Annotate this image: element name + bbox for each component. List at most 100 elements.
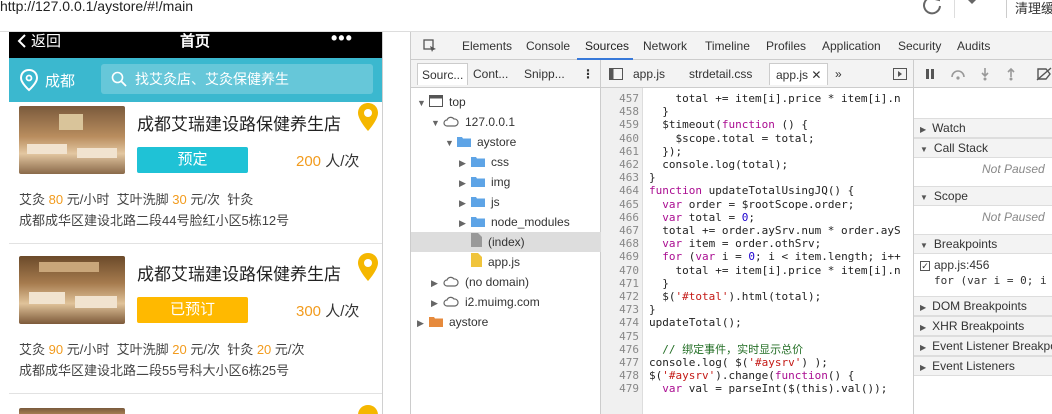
line-number[interactable]: 472 <box>601 290 639 303</box>
reload-icon[interactable] <box>921 0 943 16</box>
chevron-right-icon[interactable]: ▶ <box>417 313 427 333</box>
code-line[interactable]: $('#aysrv').change(function() { <box>649 369 911 382</box>
chevron-right-icon[interactable]: ▶ <box>459 153 469 173</box>
code-line[interactable]: var item = order.othSrv; <box>649 237 911 250</box>
line-number[interactable]: 466 <box>601 211 639 224</box>
tree-item[interactable]: ▶ aystore <box>411 312 488 332</box>
code-line[interactable]: for (var i = 0; i < item.length; i++ <box>649 250 911 263</box>
tree-item[interactable]: ▶ js <box>411 192 500 212</box>
address-bar[interactable]: http://127.0.0.1/aystore/#!/main <box>0 0 193 14</box>
section-watch[interactable]: ▶ Watch <box>914 118 1052 138</box>
code-line[interactable]: total += order.aySrv.num * order.ayS <box>649 224 911 237</box>
code-line[interactable]: function updateTotalUsingJQ() { <box>649 184 911 197</box>
pause-icon[interactable] <box>924 68 936 80</box>
line-number[interactable]: 459 <box>601 118 639 131</box>
step-over-icon[interactable] <box>950 68 966 80</box>
clear-cache-button[interactable]: 清理缓 <box>1006 0 1052 18</box>
code-line[interactable]: } <box>649 303 911 316</box>
store-card[interactable]: 成都艾瑞建设路保健养生店 已预订 300 人/次 艾灸 90 元/小时 艾叶洗脚… <box>9 252 382 394</box>
tab-elements[interactable]: Elements <box>462 39 512 53</box>
step-out-icon[interactable] <box>1006 67 1016 81</box>
tree-item[interactable]: ▼ 127.0.0.1 <box>411 112 515 132</box>
chevron-right-icon[interactable]: ▶ <box>459 213 469 233</box>
store-card[interactable] <box>9 402 382 414</box>
store-name[interactable]: 成都艾瑞建设路保健养生店 <box>137 260 341 285</box>
line-number[interactable]: 460 <box>601 132 639 145</box>
chevron-down-icon[interactable]: ▼ <box>445 133 455 153</box>
city-selector[interactable]: 成都 <box>19 68 75 92</box>
tab-profiles[interactable]: Profiles <box>766 39 806 53</box>
code-line[interactable]: $scope.total = total; <box>649 132 911 145</box>
line-number[interactable]: 461 <box>601 145 639 158</box>
code-line[interactable]: }); <box>649 145 911 158</box>
tree-item[interactable]: (index) <box>411 232 601 252</box>
book-button[interactable]: 预定 <box>137 147 248 173</box>
close-icon[interactable]: ✕ <box>811 68 821 82</box>
line-number[interactable]: 457 <box>601 92 639 105</box>
line-number[interactable]: 477 <box>601 356 639 369</box>
line-number[interactable]: 462 <box>601 158 639 171</box>
code-line[interactable]: var val = parseInt($(this).val()); <box>649 382 911 395</box>
tab-sources-nav[interactable]: Sourc... <box>417 63 469 85</box>
section-scope[interactable]: ▼ Scope <box>914 186 1052 206</box>
section-xhr-breakpoints[interactable]: ▶ XHR Breakpoints <box>914 316 1052 336</box>
line-number[interactable]: 470 <box>601 264 639 277</box>
editor-tab-app-js-active[interactable]: app.js ✕ <box>769 63 829 85</box>
editor-tab-app-js[interactable]: app.js <box>633 67 665 81</box>
toggle-debugger-icon[interactable] <box>893 68 907 80</box>
line-number-gutter[interactable]: 457 458 459 460 461 462 463 464 465 466 467 468 469 4… <box>601 88 643 414</box>
line-number[interactable]: 471 <box>601 277 639 290</box>
code-line[interactable] <box>649 330 911 343</box>
code-line[interactable]: total += item[i].price * item[i].n <box>649 92 911 105</box>
line-number[interactable]: 469 <box>601 250 639 263</box>
code-line[interactable]: var order = $rootScope.order; <box>649 198 911 211</box>
line-number[interactable]: 479 <box>601 382 639 395</box>
tab-security[interactable]: Security <box>898 39 941 53</box>
checkbox-checked-icon[interactable]: ✓ <box>920 261 930 271</box>
code-line[interactable]: updateTotal(); <box>649 316 911 329</box>
toggle-navigator-icon[interactable] <box>609 68 623 80</box>
line-number[interactable]: 465 <box>601 198 639 211</box>
code-line[interactable]: } <box>649 171 911 184</box>
code-line[interactable]: $timeout(function () { <box>649 118 911 131</box>
tab-sources[interactable]: Sources <box>585 39 629 53</box>
chevron-down-icon[interactable]: ▼ <box>431 113 441 133</box>
deactivate-breakpoints-icon[interactable] <box>1036 67 1052 81</box>
line-number[interactable]: 468 <box>601 237 639 250</box>
line-number[interactable]: 474 <box>601 316 639 329</box>
section-event-listener-breakpoints[interactable]: ▶ Event Listener Breakpo <box>914 336 1052 356</box>
tab-network[interactable]: Network <box>643 39 687 53</box>
tab-application[interactable]: Application <box>822 39 881 53</box>
section-call-stack[interactable]: ▼ Call Stack <box>914 138 1052 158</box>
map-pin-icon[interactable] <box>357 404 379 414</box>
store-name[interactable]: 成都艾瑞建设路保健养生店 <box>137 110 341 135</box>
section-dom-breakpoints[interactable]: ▶ DOM Breakpoints <box>914 296 1052 316</box>
line-number[interactable]: 476 <box>601 343 639 356</box>
more-options-icon[interactable]: ⋮ <box>582 67 594 81</box>
code-line[interactable]: console.log(total); <box>649 158 911 171</box>
code-line[interactable]: console.log( $('#aysrv') ); <box>649 356 911 369</box>
chevron-right-icon[interactable]: ▶ <box>459 173 469 193</box>
map-pin-icon[interactable] <box>357 102 379 132</box>
tree-item[interactable]: ▶ css <box>411 152 509 172</box>
more-menu-button[interactable]: ••• <box>331 32 353 49</box>
chevron-right-icon[interactable]: ▶ <box>431 273 441 293</box>
step-into-icon[interactable] <box>980 67 990 81</box>
code-line[interactable]: } <box>649 277 911 290</box>
line-number[interactable]: 463 <box>601 171 639 184</box>
tree-item[interactable]: ▼ aystore <box>411 132 516 152</box>
line-number[interactable]: 458 <box>601 105 639 118</box>
booked-button[interactable]: 已预订 <box>137 297 248 323</box>
line-number[interactable]: 467 <box>601 224 639 237</box>
tab-snippets[interactable]: Snipp... <box>524 67 565 81</box>
chevron-down-icon[interactable]: ▼ <box>417 93 427 113</box>
inspect-element-icon[interactable] <box>423 39 437 53</box>
tree-item[interactable]: app.js <box>411 252 520 272</box>
tab-audits[interactable]: Audits <box>957 39 990 53</box>
tree-item[interactable]: ▶ i2.muimg.com <box>411 292 540 312</box>
tree-item[interactable]: ▶ (no domain) <box>411 272 529 292</box>
map-pin-icon[interactable] <box>357 252 379 282</box>
tree-item[interactable]: ▼ top <box>411 92 466 112</box>
chevron-right-icon[interactable]: ▶ <box>459 193 469 213</box>
chevron-right-icon[interactable]: ▶ <box>431 293 441 313</box>
